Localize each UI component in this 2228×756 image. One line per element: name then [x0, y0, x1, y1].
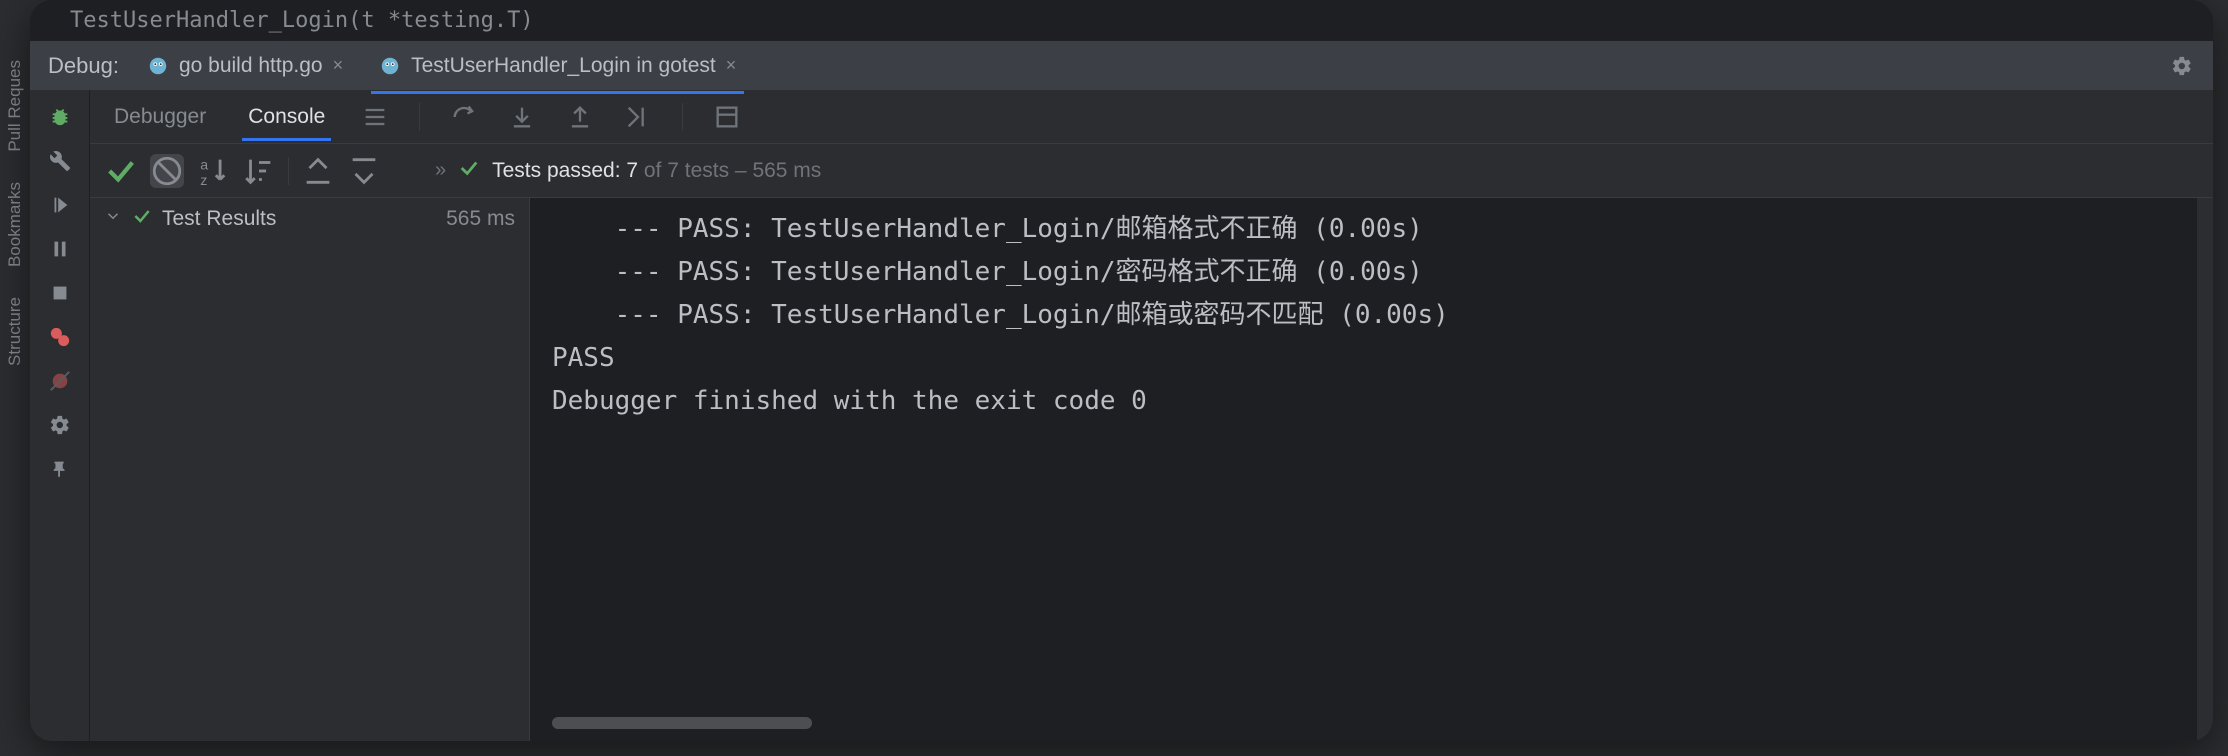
editor-snippet: TestUserHandler_Login(t *testing.T) — [30, 0, 2213, 40]
test-tree[interactable]: Test Results 565 ms — [90, 198, 530, 741]
bug-icon[interactable] — [47, 104, 73, 130]
console-line: PASS — [552, 337, 2175, 380]
step-into-icon[interactable] — [508, 103, 536, 131]
run-config-tab-2[interactable]: TestUserHandler_Login in gotest × — [371, 48, 744, 84]
rail-structure[interactable]: Structure — [5, 297, 25, 366]
sort-duration-icon[interactable] — [242, 154, 276, 188]
show-passed-icon[interactable] — [104, 154, 138, 188]
step-out-icon[interactable] — [566, 103, 594, 131]
gopher-icon — [147, 55, 169, 77]
run-to-cursor-icon[interactable] — [624, 103, 652, 131]
console-line: --- PASS: TestUserHandler_Login/密码格式不正确 … — [552, 251, 2175, 294]
vertical-scrollbar[interactable] — [2197, 198, 2213, 741]
debug-tab-bar: Debug: go build http.go × TestUserHandle… — [30, 40, 2213, 90]
console-line: Debugger finished with the exit code 0 — [552, 380, 2175, 423]
tab-debugger[interactable]: Debugger — [108, 93, 212, 141]
test-root-label: Test Results — [162, 207, 276, 231]
tests-passed-count: 7 — [626, 159, 638, 182]
show-ignored-icon[interactable] — [150, 154, 184, 188]
chevron-down-icon[interactable] — [104, 207, 122, 231]
rail-bookmarks[interactable]: Bookmarks — [5, 182, 25, 267]
debug-label: Debug: — [48, 53, 119, 79]
tab-console[interactable]: Console — [242, 93, 331, 141]
close-icon[interactable]: × — [333, 55, 344, 76]
breakpoints-icon[interactable] — [47, 324, 73, 350]
gear-icon[interactable] — [2169, 53, 2195, 79]
test-root-time: 565 ms — [446, 207, 515, 231]
tests-toolbar: az » Tests passed: 7 of 7 tests – 565 ms — [90, 144, 2213, 198]
run-config-tab-1[interactable]: go build http.go × — [139, 48, 351, 84]
stop-icon[interactable] — [47, 280, 73, 306]
gopher-icon — [379, 55, 401, 77]
rail-pull-requests[interactable]: Pull Reques — [5, 60, 25, 152]
tests-status-text: Tests passed: 7 of 7 tests – 565 ms — [492, 159, 821, 183]
pin-icon[interactable] — [47, 456, 73, 482]
horizontal-scrollbar[interactable] — [552, 717, 812, 729]
pause-icon[interactable] — [47, 236, 73, 262]
test-tree-root[interactable]: Test Results 565 ms — [104, 206, 515, 232]
editor-line-text: TestUserHandler_Login(t *testing.T) — [70, 8, 534, 33]
wrench-icon[interactable] — [47, 148, 73, 174]
run-config-tab-1-label: go build http.go — [179, 54, 323, 78]
close-icon[interactable]: × — [726, 55, 737, 76]
threads-icon[interactable] — [361, 103, 389, 131]
ide-left-rail: Pull Reques Bookmarks Structure — [0, 0, 30, 756]
more-icon[interactable]: » — [435, 159, 446, 182]
gear-icon[interactable] — [47, 412, 73, 438]
evaluate-icon[interactable] — [713, 103, 741, 131]
console-line: --- PASS: TestUserHandler_Login/邮箱或密码不匹配… — [552, 294, 2175, 337]
console-line: --- PASS: TestUserHandler_Login/邮箱格式不正确 … — [552, 208, 2175, 251]
resume-icon[interactable] — [47, 192, 73, 218]
tests-passed-prefix: Tests passed: — [492, 159, 626, 182]
svg-text:z: z — [200, 173, 207, 188]
check-icon — [132, 206, 152, 232]
collapse-all-icon[interactable] — [347, 154, 381, 188]
tests-passed-suffix: of 7 tests – 565 ms — [638, 159, 821, 182]
expand-all-icon[interactable] — [301, 154, 335, 188]
svg-text:a: a — [200, 157, 208, 173]
debug-side-toolbar — [30, 90, 90, 741]
console-output[interactable]: --- PASS: TestUserHandler_Login/邮箱格式不正确 … — [530, 198, 2197, 741]
debug-subtabs: Debugger Console — [90, 90, 2213, 144]
step-over-icon[interactable] — [450, 103, 478, 131]
sort-alpha-icon[interactable]: az — [196, 154, 230, 188]
run-config-tab-2-label: TestUserHandler_Login in gotest — [411, 54, 716, 78]
mute-breakpoints-icon[interactable] — [47, 368, 73, 394]
check-icon — [458, 157, 480, 184]
debug-tool-window: TestUserHandler_Login(t *testing.T) Debu… — [30, 0, 2213, 741]
